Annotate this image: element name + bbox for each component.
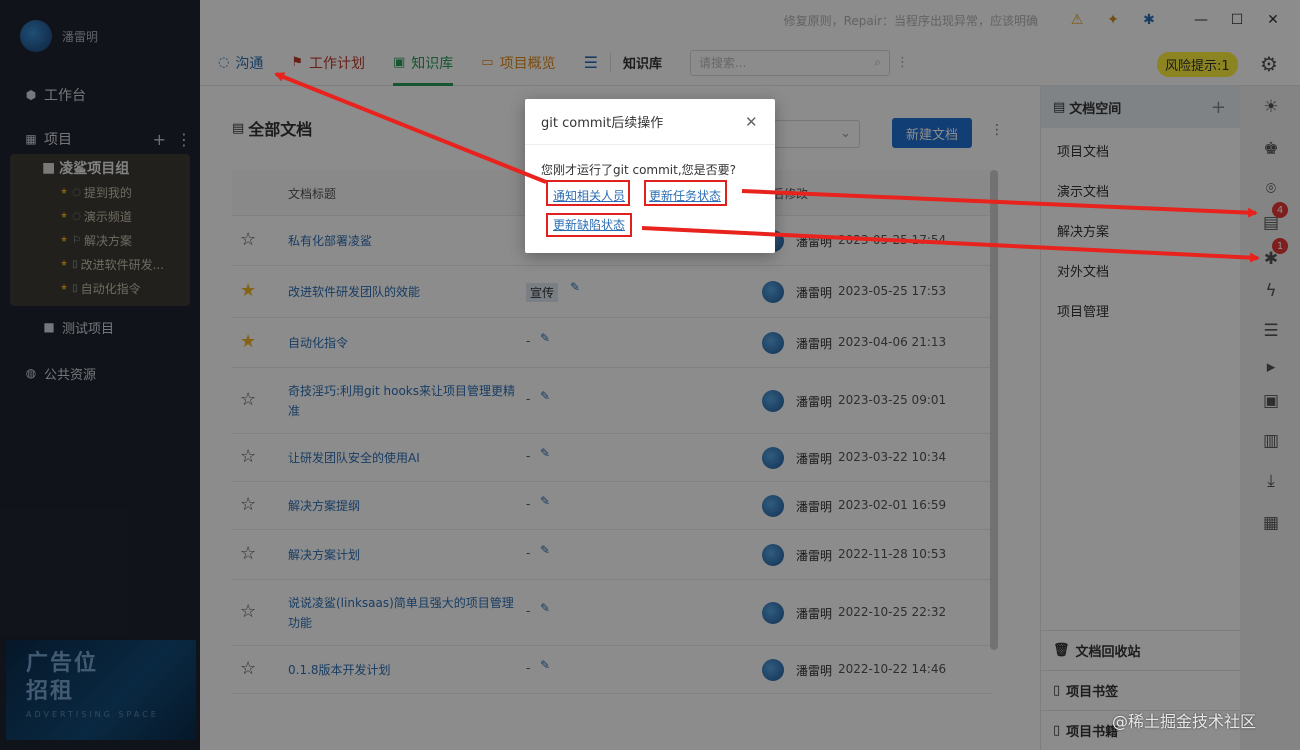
- annotation-arrows: [274, 72, 1260, 263]
- arrow-to-chat-tab: [274, 72, 547, 184]
- arrow-to-bug-icon: [641, 226, 1260, 263]
- app-window: 潘雷明 ⬢ 工作台 ▦ 项目 + ⋮ ■ 凌鲨项目组 ★ ◌ 提到我的 ★ ◌ 演示频道…: [0, 0, 1300, 750]
- arrow-to-doc-icon: [741, 189, 1258, 218]
- watermark: @稀土掘金技术社区: [1112, 712, 1257, 731]
